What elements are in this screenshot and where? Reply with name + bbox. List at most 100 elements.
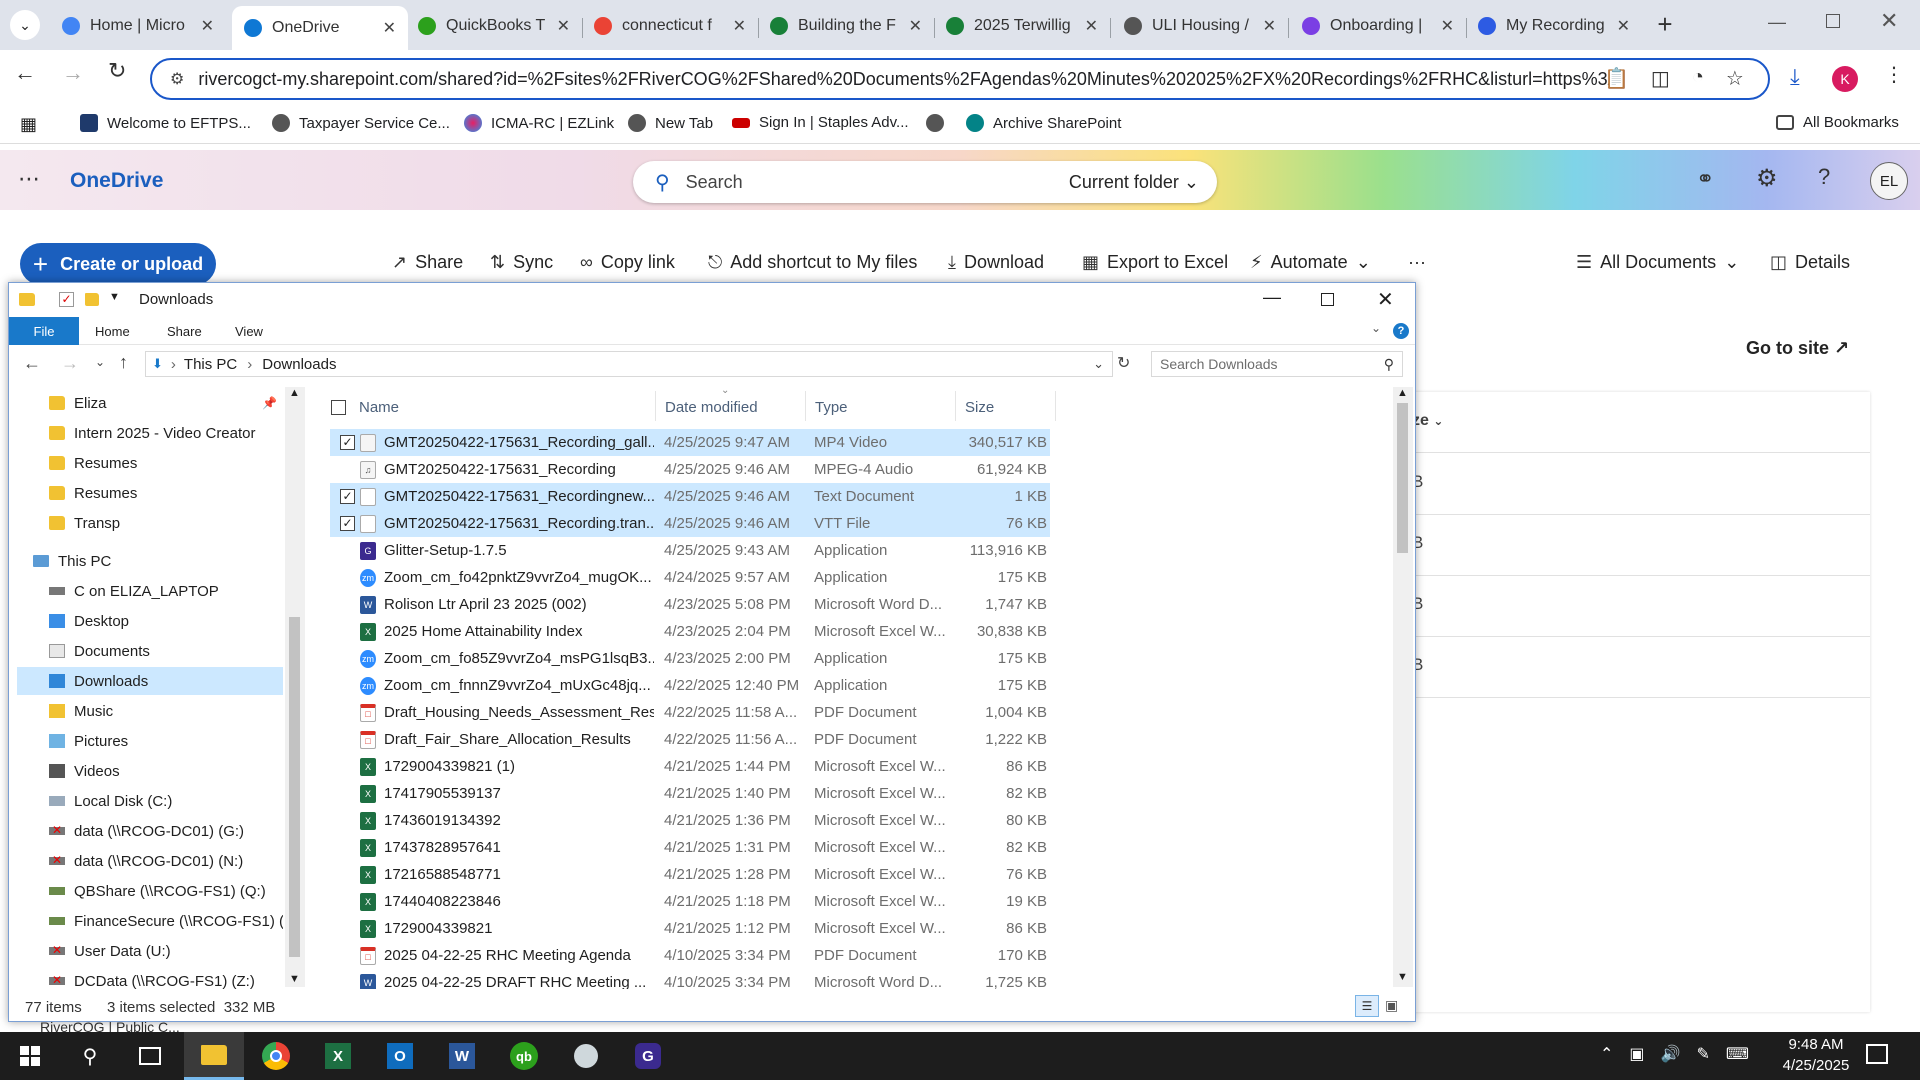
browser-tab[interactable]: OneDrive ✕ [232, 6, 408, 50]
onedrive-brand[interactable]: OneDrive [70, 169, 163, 193]
size-column-header[interactable]: ze ⌄ [1412, 412, 1443, 430]
pen-icon[interactable]: ✎ [1696, 1044, 1709, 1064]
go-to-site-link[interactable]: Go to site ↗ [1746, 338, 1849, 359]
file-row[interactable]: ♫ GMT20250422-175631_Recording 4/25/2025 9… [330, 456, 1050, 483]
bookmark-globe[interactable] [926, 114, 953, 132]
explorer-search[interactable]: Search Downloads ⚲ [1151, 351, 1403, 377]
ribbon-tab-view[interactable]: View [235, 324, 263, 339]
help-icon[interactable]: ? [1818, 164, 1830, 190]
tab-close-icon[interactable]: ✕ [1617, 16, 1630, 36]
select-all-checkbox[interactable] [331, 400, 346, 415]
automate-button[interactable]: ⚡ Automate ⌄ [1250, 252, 1371, 273]
tab-close-icon[interactable]: ✕ [1441, 16, 1454, 36]
large-icons-view-icon[interactable]: ▣ [1385, 997, 1398, 1014]
file-scroll-thumb[interactable] [1397, 403, 1408, 553]
notification-icon[interactable] [1866, 1044, 1888, 1064]
file-row[interactable]: X 1729004339821 (1) 4/21/2025 1:44 PM Micro… [330, 753, 1050, 780]
forward-arrow-icon[interactable]: → [61, 353, 79, 374]
file-row[interactable]: X 17436019134392 4/21/2025 1:36 PM Microsof… [330, 807, 1050, 834]
back-arrow-icon[interactable]: ← [23, 353, 41, 374]
explorer-minimize[interactable]: — [1263, 287, 1281, 308]
sync-button[interactable]: ⇅ Sync [490, 252, 553, 273]
bookmark-star-icon[interactable]: ☆ [1726, 66, 1744, 91]
tab-close-icon[interactable]: ✕ [909, 16, 922, 36]
file-row[interactable]: X 2025 Home Attainability Index 4/23/2025 … [330, 618, 1050, 645]
properties-check-icon[interactable]: ✓ [59, 292, 74, 307]
taskbar-glitter[interactable]: G [628, 1036, 668, 1076]
clipboard-icon[interactable]: 📋 [1604, 66, 1629, 91]
pin-icon[interactable]: 📌 [262, 396, 277, 410]
copilot-icon[interactable]: ⚭ [1696, 166, 1714, 192]
settings-gear-icon[interactable]: ⚙ [1756, 164, 1778, 193]
ribbon-tab-home[interactable]: Home [95, 324, 130, 339]
task-view-icon[interactable] [130, 1036, 170, 1076]
explorer-title-bar[interactable]: ✓ ▼ Downloads — ✕ [9, 283, 1415, 317]
file-row[interactable]: □ Draft_Fair_Share_Allocation_Results 4/22… [330, 726, 1050, 753]
bookmark-new-tab[interactable]: New Tab [628, 114, 713, 132]
user-avatar[interactable]: EL [1870, 162, 1908, 200]
file-scrollbar[interactable]: ▲ ▼ [1393, 387, 1413, 987]
file-row[interactable]: zm Zoom_cm_fo42pnktZ9vvrZo4_mugOK... 4/24/… [330, 564, 1050, 591]
breadcrumb-this-pc[interactable]: This PC [184, 356, 237, 373]
new-tab-button[interactable]: + [1650, 10, 1680, 40]
ribbon-tab-file[interactable]: File [9, 317, 79, 345]
new-folder-icon[interactable] [85, 293, 99, 306]
ribbon-expand-icon[interactable]: ⌄ [1371, 321, 1381, 335]
taskbar-excel[interactable]: X [318, 1036, 358, 1076]
taskbar-chrome[interactable] [256, 1036, 296, 1076]
file-row[interactable]: G Glitter-Setup-1.7.5 4/25/2025 9:43 AM App… [330, 537, 1050, 564]
window-close[interactable]: ✕ [1880, 8, 1898, 34]
file-row[interactable]: X 17216588548771 4/21/2025 1:28 PM Microsof… [330, 861, 1050, 888]
taskbar-outlook[interactable]: O [380, 1036, 420, 1076]
column-name[interactable]: Name [359, 399, 399, 416]
create-upload-button[interactable]: + Create or upload [20, 243, 216, 285]
bookmark-staples[interactable]: Sign In | Staples Adv... [732, 114, 909, 131]
onedrive-search[interactable]: ⚲ Search Current folder ⌄ [633, 161, 1217, 203]
all-bookmarks[interactable]: All Bookmarks [1776, 114, 1899, 131]
install-app-icon[interactable]: ◫ [1651, 66, 1670, 91]
explorer-maximize[interactable] [1321, 293, 1334, 306]
share-button[interactable]: ↗ Share [392, 252, 463, 273]
file-row[interactable]: □ Draft_Housing_Needs_Assessment_Res... 4/… [330, 699, 1050, 726]
export-excel-button[interactable]: ▦ Export to Excel [1082, 252, 1228, 273]
add-shortcut-button[interactable]: ⎋ Add shortcut to My files [708, 252, 917, 273]
app-launcher-icon[interactable]: ⋯ [18, 166, 40, 192]
row-checkbox[interactable]: ✓ [340, 516, 355, 531]
bookmark-archive-sharepoint[interactable]: Archive SharePoint [966, 114, 1121, 132]
apps-grid-icon[interactable]: ▦ [20, 114, 37, 135]
address-history-icon[interactable]: ⌄ [1093, 356, 1104, 372]
taskbar-search-icon[interactable]: ⚲ [70, 1036, 110, 1076]
taskbar-file-explorer[interactable] [184, 1032, 244, 1080]
volume-icon[interactable]: 🔊 [1661, 1044, 1681, 1064]
browser-tab[interactable]: Building the F ✕ [758, 6, 934, 46]
tray-chevron-icon[interactable]: ⌃ [1600, 1044, 1613, 1064]
tab-close-icon[interactable]: ✕ [383, 18, 396, 38]
nav-item[interactable]: Eliza 📌 [49, 389, 283, 417]
file-row[interactable]: ✓ GMT20250422-175631_Recording.tran... 4/2… [330, 510, 1050, 537]
file-row[interactable]: zm Zoom_cm_fo85Z9vvrZo4_msPG1lsqB3... 4/23… [330, 645, 1050, 672]
row-checkbox[interactable]: ✓ [340, 489, 355, 504]
file-row[interactable]: X 1729004339821 4/21/2025 1:12 PM Microsoft… [330, 915, 1050, 942]
browser-tab[interactable]: My Recording ✕ [1466, 6, 1642, 46]
column-date-modified[interactable]: Date modified [665, 399, 758, 416]
scroll-down-icon[interactable]: ▼ [1397, 971, 1408, 983]
browser-tab[interactable]: Onboarding | ✕ [1290, 6, 1466, 46]
breadcrumb-downloads[interactable]: Downloads [262, 356, 336, 373]
tab-close-icon[interactable]: ✕ [557, 16, 570, 36]
column-size[interactable]: Size [965, 399, 994, 416]
bookmark-eftps[interactable]: Welcome to EFTPS... [80, 114, 251, 132]
start-button[interactable] [10, 1036, 50, 1076]
profile-avatar[interactable]: K [1832, 66, 1858, 92]
browser-tab[interactable]: ULI Housing / ✕ [1112, 6, 1288, 46]
view-switcher[interactable]: ☰ All Documents ⌄ [1576, 252, 1739, 273]
ribbon-tab-share[interactable]: Share [167, 324, 202, 339]
explorer-address-bar[interactable]: ⬇ › This PC › Downloads ⌄ [145, 351, 1113, 377]
browser-tab[interactable]: connecticut f ✕ [582, 6, 758, 46]
address-bar[interactable]: ⚙ rivercogct-my.sharepoint.com/shared?id… [150, 58, 1770, 100]
file-row[interactable]: ✓ GMT20250422-175631_Recordingnew... 4/25/… [330, 483, 1050, 510]
scroll-up-icon[interactable]: ▲ [289, 387, 300, 399]
explorer-close[interactable]: ✕ [1377, 287, 1394, 312]
help-icon[interactable]: ? [1393, 323, 1409, 339]
browser-tab[interactable]: Home | Micro ✕ [50, 6, 226, 46]
bookmark-icma[interactable]: ICMA-RC | EZLink [464, 114, 614, 132]
